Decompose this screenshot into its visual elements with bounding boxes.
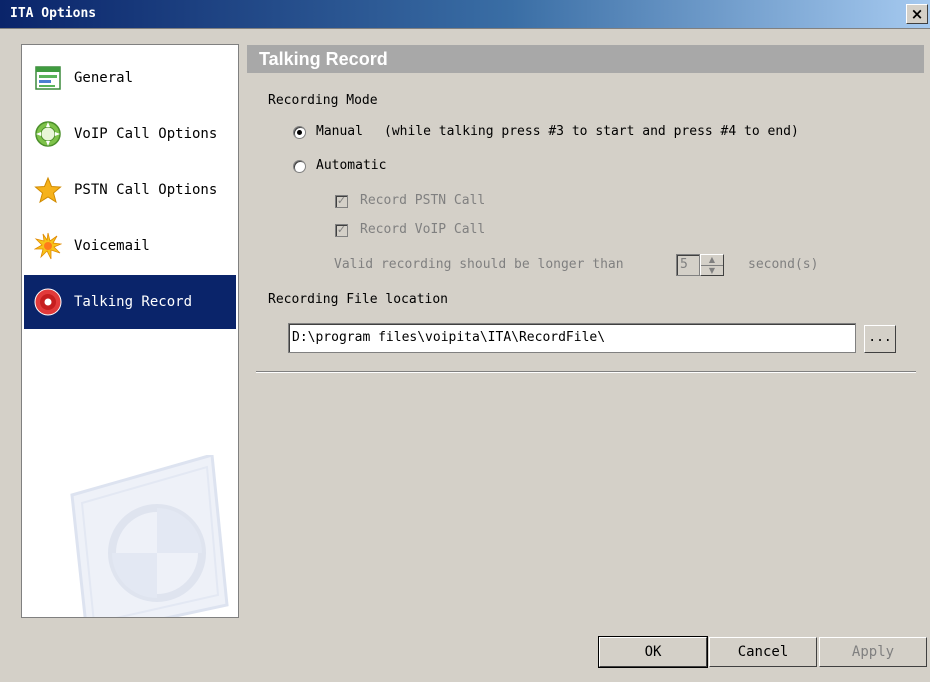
duration-input[interactable]: 5 [676, 254, 700, 276]
pstn-star-icon [34, 176, 62, 204]
voip-call-icon [35, 121, 61, 147]
voicemail-burst-icon [34, 232, 62, 260]
record-voip-checkbox[interactable]: ✓ [335, 224, 348, 237]
sidebar: General VoIP Call Options PSTN Call Opti… [21, 44, 239, 618]
divider [256, 371, 916, 373]
spin-down-icon[interactable]: ▼ [701, 266, 723, 276]
ok-button[interactable]: OK [598, 636, 708, 668]
sidebar-item-label: VoIP Call Options [74, 126, 218, 142]
title-bar: ITA Options × [0, 0, 930, 29]
sidebar-item-pstn-call-options[interactable]: PSTN Call Options [24, 163, 236, 217]
sidebar-item-general[interactable]: General [24, 51, 236, 105]
close-icon: × [910, 5, 924, 23]
file-location-label: Recording File location [268, 292, 449, 307]
panel-title: Talking Record [247, 45, 924, 73]
close-button[interactable]: × [906, 4, 928, 24]
browse-button[interactable]: ... [864, 325, 896, 353]
watermark-logo-icon [70, 455, 229, 617]
automatic-label[interactable]: Automatic [316, 158, 386, 173]
manual-hint: (while talking press #3 to start and pre… [384, 124, 799, 139]
seconds-label: second(s) [748, 257, 819, 272]
automatic-radio[interactable] [293, 160, 306, 173]
sidebar-item-talking-record[interactable]: Talking Record [24, 275, 236, 329]
sidebar-item-label: PSTN Call Options [74, 182, 218, 198]
manual-radio[interactable] [293, 126, 306, 139]
general-icon [35, 66, 61, 90]
window-title: ITA Options [10, 6, 97, 21]
file-location-input[interactable]: D:\program files\voipita\ITA\RecordFile\ [288, 323, 856, 353]
record-voip-label: Record VoIP Call [360, 222, 486, 237]
recording-mode-label: Recording Mode [268, 93, 378, 108]
spin-up-icon[interactable]: ▲ [701, 255, 723, 266]
cancel-button[interactable]: Cancel [709, 637, 817, 667]
apply-button[interactable]: Apply [819, 637, 927, 667]
record-pstn-label: Record PSTN Call [360, 193, 486, 208]
record-icon [34, 288, 62, 316]
sidebar-item-voicemail[interactable]: Voicemail [24, 219, 236, 273]
sidebar-item-label: Talking Record [74, 294, 193, 310]
sidebar-item-voip-call-options[interactable]: VoIP Call Options [24, 107, 236, 161]
duration-spinner[interactable]: ▲ ▼ [700, 254, 724, 276]
sidebar-item-label: General [74, 70, 134, 86]
sidebar-item-label: Voicemail [74, 238, 150, 254]
record-pstn-checkbox[interactable]: ✓ [335, 195, 348, 208]
manual-label[interactable]: Manual [316, 124, 363, 139]
valid-recording-label: Valid recording should be longer than [334, 257, 624, 272]
